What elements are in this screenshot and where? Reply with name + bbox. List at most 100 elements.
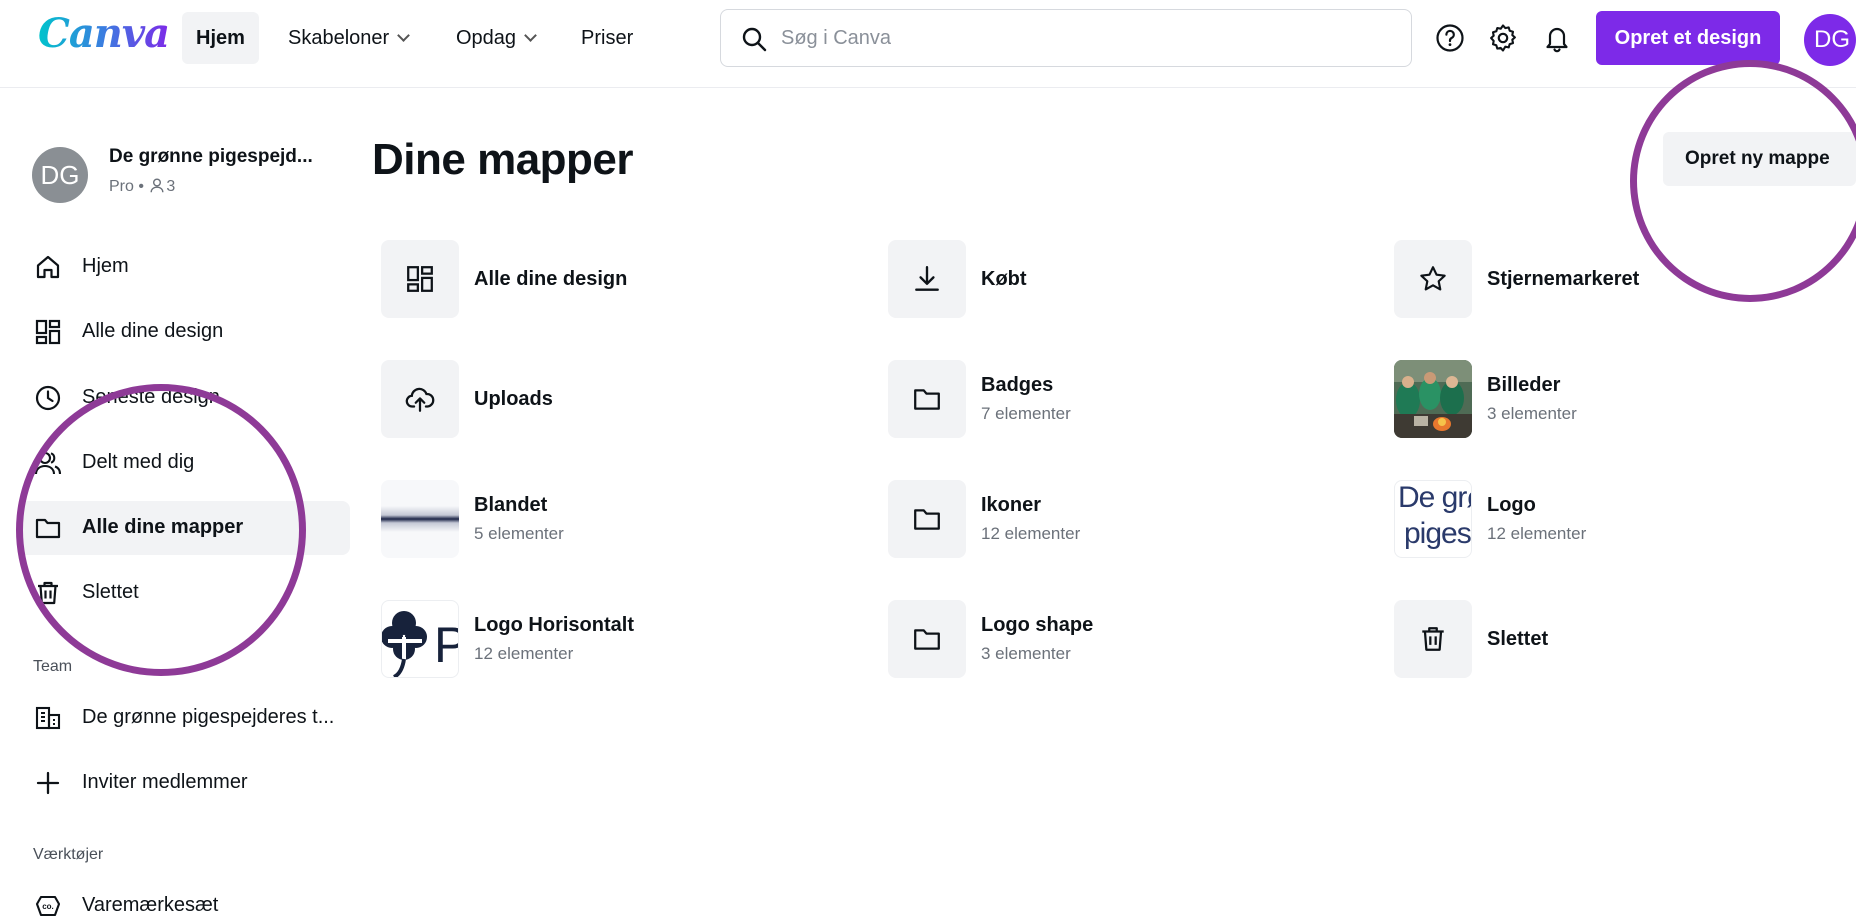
nav-discover[interactable]: Opdag — [442, 12, 549, 64]
search-box[interactable] — [720, 9, 1412, 67]
nav-home-label: Hjem — [196, 27, 245, 49]
help-icon[interactable] — [1434, 22, 1466, 54]
folder-thumbnail — [888, 480, 966, 558]
plus-icon — [36, 771, 60, 795]
sidebar-item-invite[interactable]: Inviter medlemmer — [18, 756, 350, 810]
account-plan-info: Pro • 3 — [109, 178, 175, 196]
sidebar-item-label: Alle dine design — [82, 320, 224, 342]
logo-thumb-line1: De grøı — [1398, 481, 1471, 514]
folder-item[interactable]: Badges 7 elementer — [888, 360, 1308, 438]
sidebar-item-label: De grønne pigespejderes t... — [82, 706, 335, 728]
nav-pricing-label: Priser — [581, 27, 634, 49]
account-plan: Pro — [109, 178, 134, 195]
nav-home[interactable]: Hjem — [182, 12, 259, 64]
tools-section-label: Værktøjer — [33, 846, 104, 863]
brand-kit-icon: co. — [35, 895, 61, 916]
folder-item[interactable]: Ikoner 12 elementer — [888, 480, 1308, 558]
grid-icon — [407, 266, 433, 292]
folder-item[interactable]: De grøı pigesp Logo 12 elementer — [1394, 480, 1814, 558]
page-title: Dine mapper — [372, 135, 634, 184]
chevron-down-icon — [524, 29, 537, 42]
folder-item[interactable]: Uploads — [381, 360, 801, 438]
sidebar-item-label: Alle dine mapper — [82, 516, 244, 538]
sidebar-item-label: Slettet — [82, 581, 139, 603]
folder-name: Stjernemarkeret — [1487, 268, 1640, 290]
folder-name: Købt — [981, 268, 1027, 290]
stripe-thumbnail — [381, 480, 459, 558]
building-icon — [35, 706, 61, 730]
clover-thumbnail: P — [381, 600, 459, 678]
folder-item[interactable]: Blandet 5 elementer — [381, 480, 801, 558]
logo-text-thumbnail: De grøı pigesp — [1394, 480, 1472, 558]
trash-icon — [1422, 627, 1444, 651]
folder-thumbnail — [888, 240, 966, 318]
account-avatar[interactable]: DG — [32, 147, 88, 203]
folder-item[interactable]: Slettet — [1394, 600, 1814, 678]
folder-name: Badges — [981, 374, 1054, 396]
sidebar-item-recent[interactable]: Seneste design — [18, 371, 350, 425]
folder-item[interactable]: Stjernemarkeret — [1394, 240, 1814, 318]
folder-thumbnail — [1394, 600, 1472, 678]
folder-count: 7 elementer — [981, 404, 1071, 423]
folder-name: Logo shape — [981, 614, 1094, 636]
folder-name: Logo Horisontalt — [474, 614, 634, 636]
sidebar-item-label: Delt med dig — [82, 451, 195, 473]
cloud-upload-icon — [405, 387, 435, 412]
folder-name: Billeder — [1487, 374, 1561, 396]
nav-templates-label: Skabeloner — [288, 27, 390, 49]
search-icon — [742, 27, 767, 52]
account-member-count: 3 — [166, 178, 176, 195]
folder-item[interactable]: Købt — [888, 240, 1308, 318]
sidebar-item-home[interactable]: Hjem — [18, 240, 350, 294]
people-icon — [34, 451, 62, 475]
folder-thumbnail — [1394, 240, 1472, 318]
star-icon — [1420, 266, 1446, 291]
top-bar: Canva Hjem Skabeloner Opdag Priser Opret… — [0, 0, 1856, 88]
folder-count: 12 elementer — [474, 644, 574, 663]
grid-icon — [35, 319, 61, 345]
sidebar-item-label: Seneste design — [82, 386, 220, 408]
sidebar-item-all-folders[interactable]: Alle dine mapper — [18, 501, 350, 555]
bell-icon[interactable] — [1541, 22, 1573, 54]
sidebar-item-trash[interactable]: Slettet — [18, 566, 350, 620]
folder-thumbnail — [381, 360, 459, 438]
folder-thumbnail — [888, 360, 966, 438]
folder-icon — [914, 389, 940, 410]
folder-item[interactable]: Alle dine design — [381, 240, 801, 318]
logo-thumb-line2: pigesp — [1404, 517, 1471, 550]
account-name[interactable]: De grønne pigespejd... — [109, 146, 313, 168]
search-input[interactable] — [781, 20, 1381, 56]
photo-image — [1394, 360, 1472, 438]
folder-name: Uploads — [474, 388, 553, 410]
gear-icon[interactable] — [1487, 22, 1519, 54]
clover-thumb-letter: P — [434, 615, 458, 675]
folder-count: 5 elementer — [474, 524, 564, 543]
folder-name: Blandet — [474, 494, 548, 516]
create-folder-button[interactable]: Opret ny mappe — [1663, 132, 1856, 186]
sidebar-item-team[interactable]: De grønne pigespejderes t... — [18, 691, 350, 745]
folder-name: Alle dine design — [474, 268, 628, 290]
sidebar-item-label: Varemærkesæt — [82, 894, 219, 916]
separator-dot: • — [138, 178, 144, 195]
sidebar-item-all-designs[interactable]: Alle dine design — [18, 305, 350, 359]
folder-icon — [35, 518, 61, 539]
folder-item[interactable]: Billeder 3 elementer — [1394, 360, 1814, 438]
team-section-label: Team — [33, 658, 73, 675]
home-icon — [36, 255, 60, 279]
stripe-image — [381, 506, 459, 532]
nav-discover-label: Opdag — [456, 27, 517, 49]
folder-name: Ikoner — [981, 494, 1042, 516]
sidebar-item-brand-kit[interactable]: co. Varemærkesæt — [18, 879, 350, 916]
create-design-button[interactable]: Opret et design — [1596, 11, 1780, 65]
sidebar-item-shared[interactable]: Delt med dig — [18, 436, 350, 490]
folder-item[interactable]: Logo shape 3 elementer — [888, 600, 1308, 678]
canva-logo[interactable]: Canva — [38, 10, 170, 57]
folder-item[interactable]: P Logo Horisontalt 12 elementer — [381, 600, 801, 678]
folder-name: Slettet — [1487, 628, 1549, 650]
nav-pricing[interactable]: Priser — [567, 12, 647, 64]
chevron-down-icon — [397, 29, 411, 42]
user-avatar[interactable]: DG — [1804, 14, 1856, 66]
folder-name: Logo — [1487, 494, 1536, 516]
folder-count: 12 elementer — [981, 524, 1081, 543]
nav-templates[interactable]: Skabeloner — [274, 12, 422, 64]
